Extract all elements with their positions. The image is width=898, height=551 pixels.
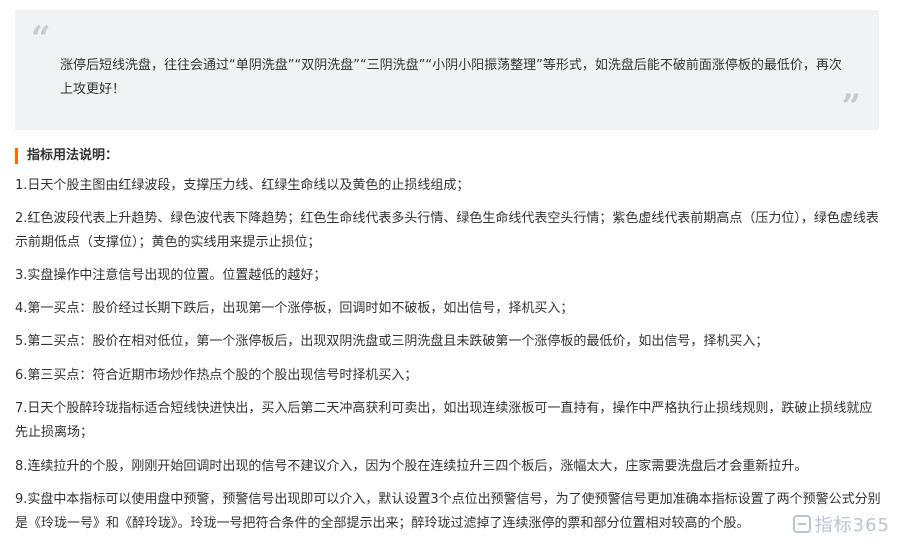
paragraph-7: 7.日天个股醉玲珑指标适合短线快进快出，买入后第二天冲高获利可卖出，如出现连续涨…	[15, 401, 873, 440]
quote-block: “ 涨停后短线洗盘，往往会通过“单阴洗盘”“双阴洗盘”“三阴洗盘”“小阴小阳振荡…	[15, 10, 879, 130]
open-quote-icon: “	[31, 19, 51, 59]
watermark: 指标365	[792, 511, 890, 537]
quote-text: 涨停后短线洗盘，往往会通过“单阴洗盘”“双阴洗盘”“三阴洗盘”“小阴小阳振荡整理…	[60, 58, 842, 97]
logo-icon	[792, 515, 811, 533]
section-heading: 指标用法说明：	[15, 148, 118, 164]
paragraph-8: 8.连续拉升的个股，刚刚开始回调时出现的信号不建议介入，因为个股在连续拉升三四个…	[15, 459, 808, 474]
paragraph-2: 2.红色波段代表上升趋势、绿色波代表下降趋势；红色生命线代表多头行情、绿色生命线…	[15, 211, 879, 250]
paragraph-5: 5.第二买点：股价在相对低位，第一个涨停板后，出现双阴洗盘或三阴洗盘且未跌破第一…	[15, 334, 769, 349]
paragraph-9: 9.实盘中本指标可以使用盘中预警，预警信号出现即可以介入，默认设置3个点位出预警…	[15, 492, 881, 531]
section-heading-text: 指标用法说明：	[27, 148, 119, 163]
paragraph-6: 6.第三买点：符合近期市场炒作热点个股的个股出现信号时择机买入；	[15, 368, 418, 383]
paragraph-4: 4.第一买点：股价经过长期下跌后，出现第一个涨停板，回调时如不破板，如出信号，择…	[15, 301, 574, 316]
paragraph-1: 1.日天个股主图由红绿波段，支撑压力线、红绿生命线以及黄色的止损线组成；	[15, 178, 470, 193]
close-quote-icon: ”	[841, 87, 861, 127]
paragraph-3: 3.实盘操作中注意信号出现的位置。位置越低的越好；	[15, 268, 327, 283]
heading-accent-bar	[15, 148, 18, 164]
watermark-text: 指标365	[814, 515, 890, 536]
